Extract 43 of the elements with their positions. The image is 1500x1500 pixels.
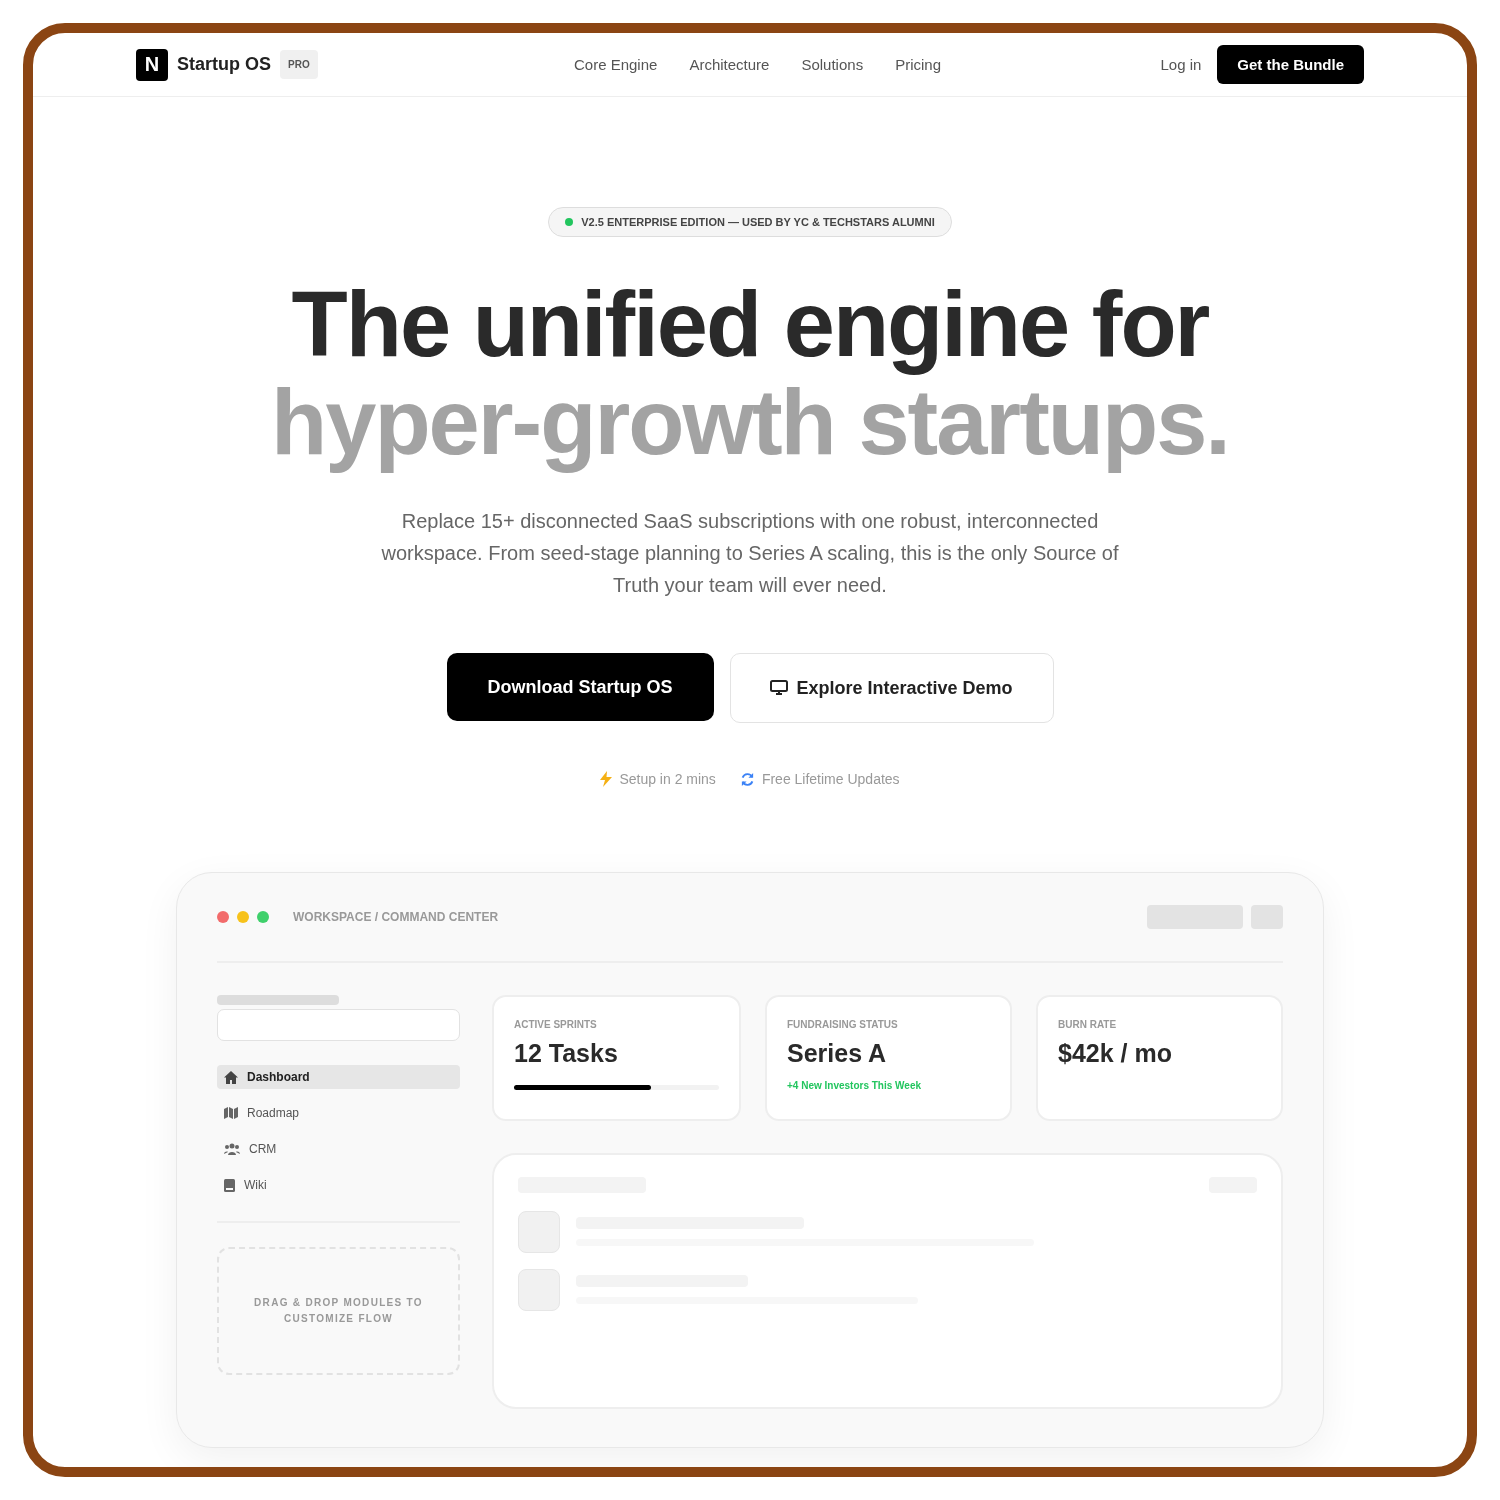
- perk-text: Free Lifetime Updates: [761, 771, 900, 787]
- sidebar-item[interactable]: CRM: [217, 1137, 460, 1161]
- nav-link[interactable]: Solutions: [801, 56, 864, 73]
- placeholder-square: [518, 1269, 560, 1311]
- dropzone-text: DRAG & DROP MODULES TO CUSTOMIZE FLOW: [253, 1296, 424, 1326]
- perk-text: Setup in 2 mins: [619, 771, 716, 787]
- home-icon: [224, 1070, 238, 1084]
- status-dot: [565, 218, 574, 226]
- pro-badge: PRO: [280, 50, 318, 79]
- monitor-icon: [770, 680, 789, 696]
- workspace-path: WORKSPACE / COMMAND CENTER: [293, 910, 499, 924]
- edition-text: V2.5 ENTERPRISE EDITION — USED BY YC & TECHSTARS ALUMNI: [581, 216, 935, 228]
- stat-value: 12 Tasks: [514, 1039, 618, 1068]
- sidebar-item[interactable]: Dashboard: [217, 1065, 460, 1089]
- placeholder-square: [518, 1211, 560, 1253]
- sidebar-item[interactable]: Wiki: [217, 1173, 460, 1197]
- sidebar-item[interactable]: Roadmap: [217, 1101, 460, 1125]
- nav-link[interactable]: Core Engine: [574, 56, 658, 73]
- download-button[interactable]: Download Startup OS: [446, 653, 714, 721]
- map-icon: [224, 1107, 238, 1119]
- users-icon: [224, 1143, 240, 1155]
- stat-note: +4 New Investors This Week: [787, 1080, 922, 1091]
- refresh-icon: [739, 771, 755, 787]
- close-dot: [217, 911, 229, 923]
- get-bundle-button[interactable]: Get the Bundle: [1217, 45, 1364, 84]
- minimize-dot: [237, 911, 249, 923]
- nav-link[interactable]: Pricing: [895, 56, 941, 73]
- stat-label: BURN RATE: [1058, 1019, 1117, 1030]
- stat-value: $42k / mo: [1058, 1039, 1172, 1068]
- brand-name: Startup OS: [177, 54, 271, 75]
- hero-title: The unified engine for: [290, 272, 1210, 377]
- lightning-icon: [600, 771, 613, 787]
- stat-value: Series A: [787, 1039, 887, 1068]
- stat-label: ACTIVE SPRINTS: [514, 1019, 597, 1030]
- demo-button[interactable]: Explore Interactive Demo: [729, 653, 1054, 723]
- search-field[interactable]: [217, 1009, 460, 1041]
- stat-label: FUNDRAISING STATUS: [787, 1019, 898, 1030]
- hero-description: Replace 15+ disconnected SaaS subscriptions with one robust, interconnected workspace. From seed-stage planning to Series A scaling, this is the only Source of Truth your team will ever need.: [380, 509, 1120, 598]
- maximize-dot: [257, 911, 269, 923]
- nav-link[interactable]: Architecture: [689, 56, 770, 73]
- book-icon: [224, 1178, 235, 1192]
- login-link[interactable]: Log in: [1160, 56, 1202, 73]
- logo-mark[interactable]: N: [136, 48, 168, 81]
